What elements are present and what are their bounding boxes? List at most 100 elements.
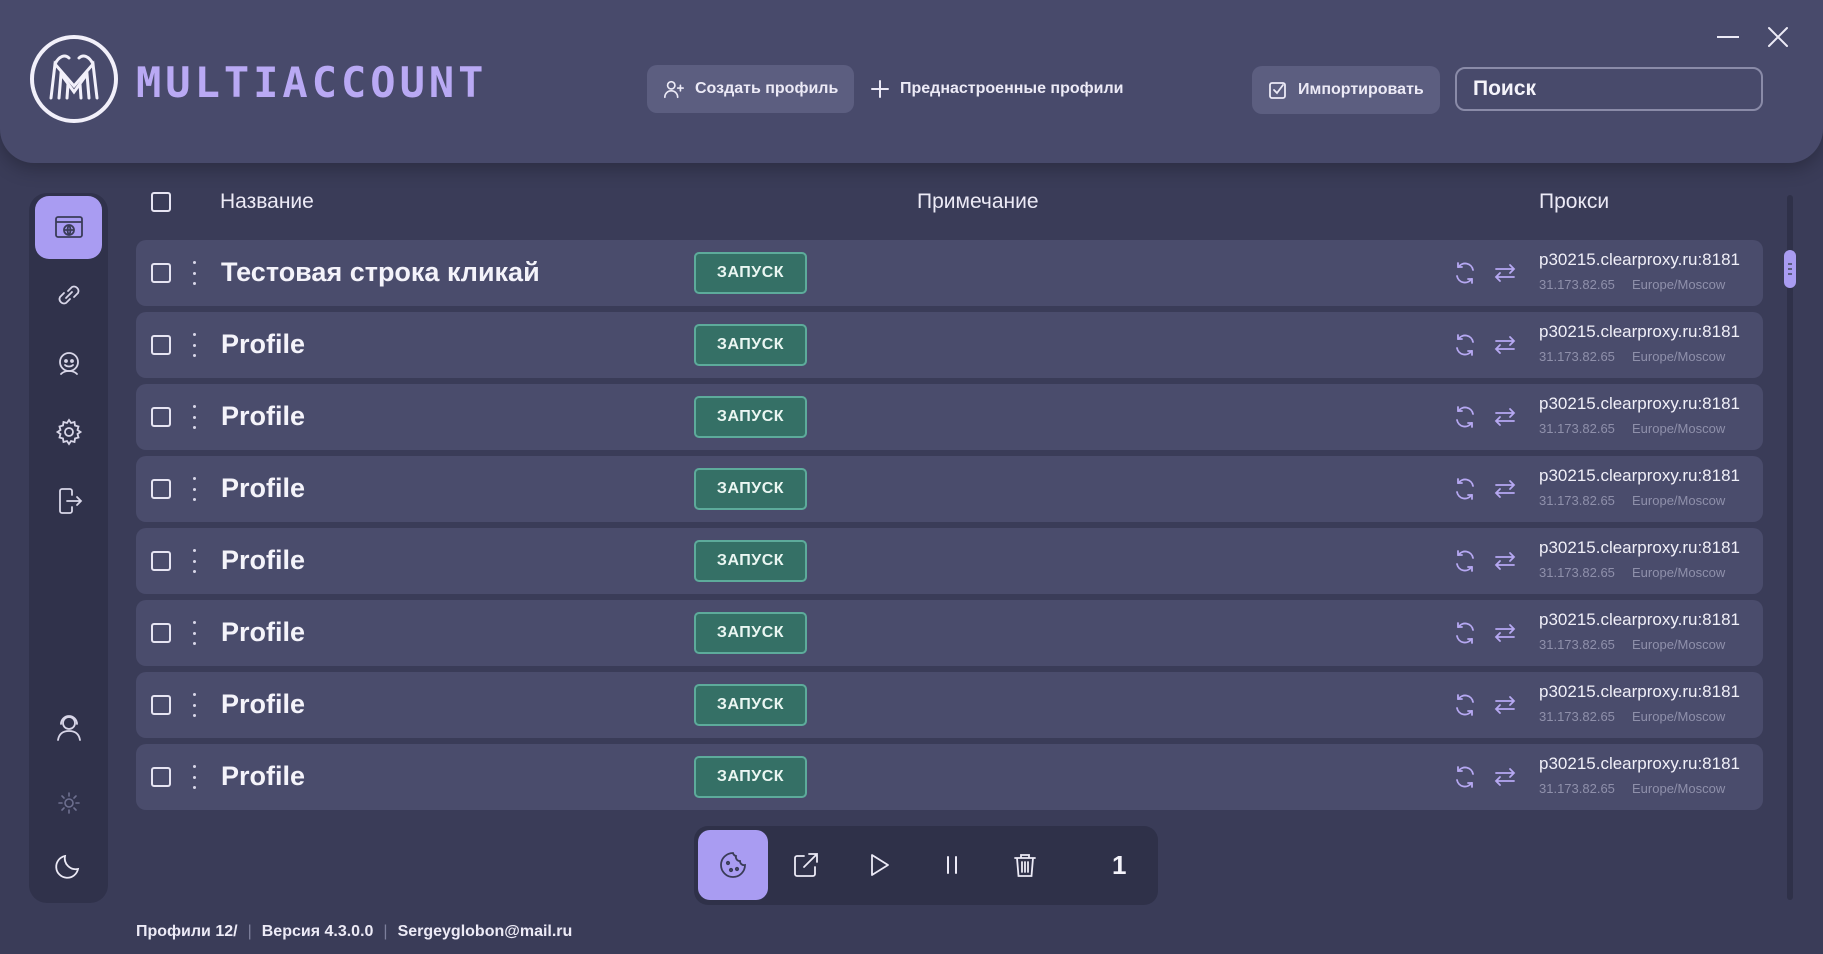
- table-row[interactable]: Profile ЗАПУСК p30215.clearproxy.ru:8181 31…: [136, 528, 1763, 594]
- delete-selected-button[interactable]: [990, 830, 1060, 900]
- profile-name: Profile: [221, 401, 306, 431]
- close-button[interactable]: [1763, 22, 1793, 52]
- proxy-timezone: Europe/Moscow: [1632, 637, 1726, 652]
- swap-proxy-icon[interactable]: [1492, 476, 1518, 502]
- table-row[interactable]: Profile ЗАПУСК p30215.clearproxy.ru:8181 31…: [136, 600, 1763, 666]
- swap-proxy-icon[interactable]: [1492, 692, 1518, 718]
- export-button[interactable]: [771, 830, 841, 900]
- row-menu-icon[interactable]: [190, 477, 198, 501]
- search-input[interactable]: [1455, 67, 1763, 111]
- user-email: Sergeyglobon@mail.ru: [397, 923, 573, 940]
- proxy-ip: 31.173.82.65: [1539, 349, 1615, 364]
- proxy-address: p30215.clearproxy.ru:8181: [1539, 682, 1740, 701]
- play-icon: [871, 854, 889, 876]
- proxy-address: p30215.clearproxy.ru:8181: [1539, 610, 1740, 629]
- import-button[interactable]: Импортировать: [1252, 66, 1440, 114]
- column-header-proxy[interactable]: Прокси: [1539, 190, 1609, 214]
- sidebar-item-logout[interactable]: [35, 469, 102, 532]
- profile-name: Profile: [221, 473, 306, 503]
- row-menu-icon[interactable]: [190, 549, 198, 573]
- table-row[interactable]: Profile ЗАПУСК p30215.clearproxy.ru:8181 31…: [136, 744, 1763, 810]
- profile-name: Profile: [221, 689, 306, 719]
- preset-profiles-button[interactable]: Преднастроенные профили: [854, 65, 1139, 113]
- launch-button[interactable]: ЗАПУСК: [694, 252, 807, 294]
- refresh-proxy-icon[interactable]: [1452, 332, 1478, 358]
- profiles-count: Профили 12/: [136, 923, 238, 940]
- row-menu-icon[interactable]: [190, 621, 198, 645]
- footer-separator: |: [383, 923, 388, 940]
- app-logo: [30, 35, 118, 123]
- start-selected-button[interactable]: [844, 830, 914, 900]
- refresh-proxy-icon[interactable]: [1452, 764, 1478, 790]
- selected-count: 1: [1112, 850, 1127, 880]
- table-row[interactable]: Profile ЗАПУСК p30215.clearproxy.ru:8181 31…: [136, 672, 1763, 738]
- row-menu-icon[interactable]: [190, 261, 198, 285]
- proxy-timezone: Europe/Moscow: [1632, 349, 1726, 364]
- import-label: Импортировать: [1298, 81, 1424, 98]
- row-checkbox[interactable]: [151, 263, 171, 283]
- row-checkbox[interactable]: [151, 335, 171, 355]
- row-menu-icon[interactable]: [190, 765, 198, 789]
- row-checkbox[interactable]: [151, 767, 171, 787]
- proxy-address: p30215.clearproxy.ru:8181: [1539, 394, 1740, 413]
- sidebar-item-settings[interactable]: [35, 400, 102, 463]
- refresh-proxy-icon[interactable]: [1452, 548, 1478, 574]
- sidebar-item-dark-theme[interactable]: [35, 833, 102, 896]
- launch-button[interactable]: ЗАПУСК: [694, 684, 807, 726]
- swap-proxy-icon[interactable]: [1492, 332, 1518, 358]
- proxy-ip: 31.173.82.65: [1539, 781, 1615, 796]
- proxy-timezone: Europe/Moscow: [1632, 565, 1726, 580]
- row-menu-icon[interactable]: [190, 333, 198, 357]
- refresh-proxy-icon[interactable]: [1452, 692, 1478, 718]
- refresh-proxy-icon[interactable]: [1452, 260, 1478, 286]
- column-header-note[interactable]: Примечание: [917, 190, 1039, 214]
- row-checkbox[interactable]: [151, 407, 171, 427]
- link-icon: [58, 285, 79, 304]
- profile-name: Profile: [221, 545, 306, 575]
- refresh-proxy-icon[interactable]: [1452, 476, 1478, 502]
- pause-selected-button[interactable]: [917, 830, 987, 900]
- launch-button[interactable]: ЗАПУСК: [694, 756, 807, 798]
- swap-proxy-icon[interactable]: [1492, 548, 1518, 574]
- logout-icon: [58, 487, 82, 514]
- launch-button[interactable]: ЗАПУСК: [694, 396, 807, 438]
- scrollbar-thumb[interactable]: [1784, 250, 1796, 288]
- row-menu-icon[interactable]: [190, 405, 198, 429]
- launch-button[interactable]: ЗАПУСК: [694, 612, 807, 654]
- row-checkbox[interactable]: [151, 551, 171, 571]
- minimize-button[interactable]: [1713, 22, 1743, 52]
- row-checkbox[interactable]: [151, 623, 171, 643]
- sidebar-item-fingerprints[interactable]: [35, 332, 102, 395]
- table-row[interactable]: Profile ЗАПУСК p30215.clearproxy.ru:8181 31…: [136, 312, 1763, 378]
- sidebar-item-light-theme[interactable]: [35, 771, 102, 834]
- launch-button[interactable]: ЗАПУСК: [694, 468, 807, 510]
- scrollbar-track[interactable]: [1787, 195, 1793, 900]
- cookies-button[interactable]: [698, 830, 768, 900]
- refresh-proxy-icon[interactable]: [1452, 404, 1478, 430]
- proxy-address: p30215.clearproxy.ru:8181: [1539, 538, 1740, 557]
- close-icon: [1768, 27, 1788, 47]
- column-header-name[interactable]: Название: [220, 190, 314, 214]
- table-row[interactable]: Profile ЗАПУСК p30215.clearproxy.ru:8181 31…: [136, 384, 1763, 450]
- logo-m-icon: [49, 54, 99, 100]
- sidebar-item-support[interactable]: [35, 695, 102, 758]
- swap-proxy-icon[interactable]: [1492, 764, 1518, 790]
- row-checkbox[interactable]: [151, 479, 171, 499]
- import-icon: [1269, 82, 1286, 99]
- swap-proxy-icon[interactable]: [1492, 404, 1518, 430]
- row-menu-icon[interactable]: [190, 693, 198, 717]
- launch-button[interactable]: ЗАПУСК: [694, 540, 807, 582]
- refresh-proxy-icon[interactable]: [1452, 620, 1478, 646]
- row-checkbox[interactable]: [151, 695, 171, 715]
- proxy-ip: 31.173.82.65: [1539, 637, 1615, 652]
- swap-proxy-icon[interactable]: [1492, 620, 1518, 646]
- swap-proxy-icon[interactable]: [1492, 260, 1518, 286]
- table-row[interactable]: Profile ЗАПУСК p30215.clearproxy.ru:8181 31…: [136, 456, 1763, 522]
- sidebar-item-profiles[interactable]: [35, 196, 102, 259]
- browser-globe-icon: [54, 215, 83, 238]
- launch-button[interactable]: ЗАПУСК: [694, 324, 807, 366]
- table-row[interactable]: Тестовая строка кликай ЗАПУСК p30215.clear…: [136, 240, 1763, 306]
- create-profile-button[interactable]: Создать профиль: [647, 65, 855, 113]
- select-all-checkbox[interactable]: [151, 192, 171, 212]
- sidebar-item-proxies[interactable]: [35, 263, 102, 326]
